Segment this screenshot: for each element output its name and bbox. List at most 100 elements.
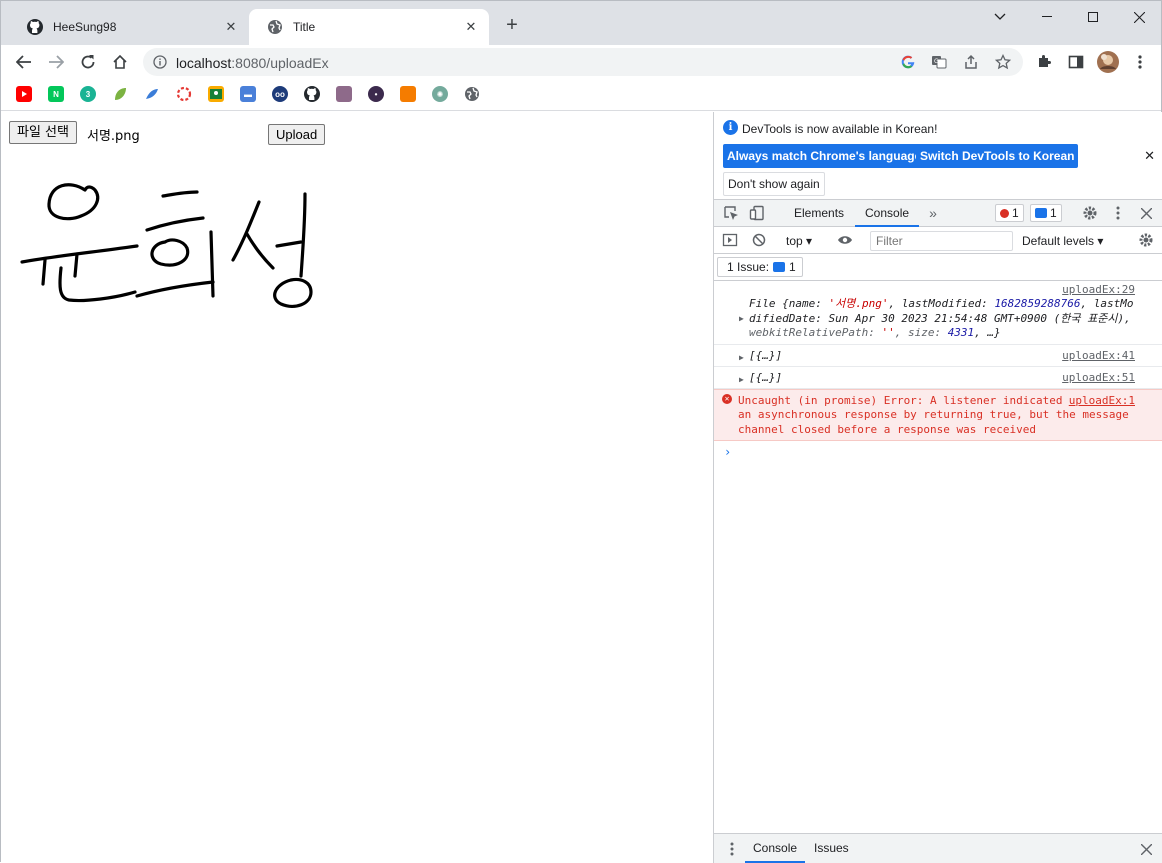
devtools-panel: i DevTools is now available in Korean! A…: [713, 112, 1162, 863]
classroom-icon[interactable]: [208, 86, 224, 102]
upload-button[interactable]: Upload: [268, 124, 326, 145]
always-match-language-button[interactable]: Always match Chrome's language: [723, 144, 926, 168]
close-icon[interactable]: ✕: [1144, 148, 1155, 164]
browser-toolbar: localhost:8080/uploadEx G: [1, 45, 1161, 79]
minimize-icon[interactable]: [1024, 3, 1070, 31]
maximize-icon[interactable]: [1070, 3, 1116, 31]
expand-triangle-icon[interactable]: ▶: [739, 351, 744, 366]
console-message-array[interactable]: uploadEx:41 ▶ [{…}]: [714, 345, 1162, 367]
expand-triangle-icon[interactable]: ▶: [739, 373, 744, 388]
message-count-badge[interactable]: 1: [1030, 204, 1062, 222]
inspect-element-icon[interactable]: [723, 205, 739, 221]
github-icon[interactable]: [304, 86, 320, 102]
console-toolbar: top ▾ Default levels ▾: [714, 227, 1162, 254]
tab-elements[interactable]: Elements: [784, 200, 854, 227]
menu-kebab-icon[interactable]: [1132, 54, 1148, 70]
photo-icon[interactable]: [336, 86, 352, 102]
console-output: uploadEx:29 ▶ File {name: '서명.png', last…: [714, 281, 1162, 459]
devtools-menu-kebab-icon[interactable]: [1110, 205, 1126, 221]
console-sidebar-icon[interactable]: [722, 232, 738, 248]
site-info-icon[interactable]: [152, 54, 168, 70]
console-message-array[interactable]: uploadEx:51 ▶ [{…}]: [714, 367, 1162, 389]
issues-button[interactable]: 1 Issue: 1: [717, 257, 803, 277]
globe-icon: [268, 20, 282, 34]
extensions-icon[interactable]: [1036, 54, 1052, 70]
source-link[interactable]: uploadEx:51: [1062, 371, 1135, 386]
file-select-button[interactable]: 파일 선택: [9, 121, 77, 144]
youtube-icon[interactable]: [16, 86, 32, 102]
svg-text:G: G: [934, 58, 939, 65]
close-devtools-icon[interactable]: [1138, 205, 1154, 221]
signature-image: [20, 183, 313, 308]
new-tab-button[interactable]: +: [501, 15, 523, 37]
switch-to-korean-button[interactable]: Switch DevTools to Korean: [916, 144, 1079, 168]
drawer-tab-console[interactable]: Console: [745, 834, 806, 863]
back-icon[interactable]: [12, 50, 36, 74]
source-link[interactable]: uploadEx:29: [1062, 283, 1135, 298]
red-ring-icon[interactable]: [176, 86, 192, 102]
profile-avatar[interactable]: [1097, 51, 1119, 73]
blue-leaf-icon[interactable]: [144, 86, 160, 102]
source-link[interactable]: uploadEx:41: [1062, 349, 1135, 364]
address-bar[interactable]: localhost:8080/uploadEx G: [143, 48, 1023, 76]
error-x-icon: ✕: [722, 393, 732, 404]
drawer-tab-issues[interactable]: Issues: [806, 834, 857, 863]
file-prefix: File {name:: [749, 297, 829, 310]
infobar-message: DevTools is now available in Korean!: [742, 122, 938, 136]
log-levels-dropdown[interactable]: Default levels ▾: [1022, 234, 1103, 248]
source-link[interactable]: uploadEx:1: [1069, 394, 1135, 409]
console-message-file[interactable]: uploadEx:29 ▶ File {name: '서명.png', last…: [714, 281, 1162, 345]
green-circle-icon[interactable]: 3: [80, 86, 96, 102]
console-error-message[interactable]: ✕ uploadEx:1 Uncaught (in promise) Error…: [714, 388, 1162, 441]
home-icon[interactable]: [108, 50, 132, 74]
close-drawer-icon[interactable]: [1138, 841, 1154, 857]
tab-heesung98[interactable]: HeeSung98 ✕: [9, 9, 249, 45]
tab-search-chevron-icon[interactable]: [977, 3, 1023, 31]
naver-icon[interactable]: N: [48, 86, 64, 102]
tab-strip: HeeSung98 ✕ Title ✕ +: [1, 1, 1161, 45]
globe-icon[interactable]: [464, 86, 480, 102]
console-prompt-chevron-icon[interactable]: ›: [714, 441, 1162, 459]
array-preview: [{…}]: [749, 348, 783, 362]
share-icon[interactable]: [963, 54, 979, 70]
side-panel-icon[interactable]: [1068, 54, 1084, 70]
avatar-dark-icon[interactable]: •: [368, 86, 384, 102]
clear-console-icon[interactable]: [751, 232, 767, 248]
settings-gear-icon[interactable]: [1082, 205, 1098, 221]
drawer-menu-kebab-icon[interactable]: [724, 841, 740, 857]
close-icon[interactable]: ✕: [223, 19, 239, 35]
reload-icon[interactable]: [76, 50, 100, 74]
issues-label: 1 Issue:: [727, 260, 770, 274]
chatgpt-icon[interactable]: ✺: [432, 86, 448, 102]
array-preview: [{…}]: [749, 370, 783, 384]
selected-file-name: 서명.png: [87, 129, 140, 144]
error-count-badge[interactable]: 1: [995, 204, 1024, 222]
tab-title-active[interactable]: Title ✕: [249, 9, 489, 45]
device-toolbar-icon[interactable]: [749, 205, 765, 221]
log-levels-label: Default levels: [1022, 234, 1095, 248]
file-lastmodified-key: , lastModified:: [888, 297, 995, 310]
more-tabs-chevron-icon[interactable]: »: [925, 205, 941, 221]
tab-title: Title: [293, 20, 316, 34]
console-filter-input[interactable]: [870, 231, 1013, 251]
page-content: 파일 선택 서명.png Upload: [1, 112, 713, 863]
orange-box-icon[interactable]: [400, 86, 416, 102]
browser-window: HeeSung98 ✕ Title ✕ + localhost:8080/upl…: [0, 0, 1162, 863]
live-expression-eye-icon[interactable]: [837, 232, 853, 248]
devtools-tab-bar: Elements Console » 1 1: [714, 199, 1162, 227]
blue-box-icon[interactable]: ▬: [240, 86, 256, 102]
dont-show-again-button[interactable]: Don't show again: [723, 172, 825, 196]
context-selector[interactable]: top ▾: [786, 234, 812, 248]
expand-triangle-icon[interactable]: ▶: [739, 312, 744, 327]
forward-icon[interactable]: [44, 50, 68, 74]
translate-icon[interactable]: G: [931, 54, 947, 70]
leaf-icon[interactable]: [112, 86, 128, 102]
tab-console[interactable]: Console: [855, 200, 920, 227]
bookmark-star-icon[interactable]: [995, 54, 1011, 70]
google-icon[interactable]: [900, 54, 916, 70]
close-icon[interactable]: ✕: [463, 19, 479, 35]
window-close-icon[interactable]: [1116, 3, 1162, 31]
owl-icon[interactable]: oo: [272, 86, 288, 102]
console-settings-gear-icon[interactable]: [1138, 232, 1154, 248]
message-icon: [773, 262, 786, 272]
